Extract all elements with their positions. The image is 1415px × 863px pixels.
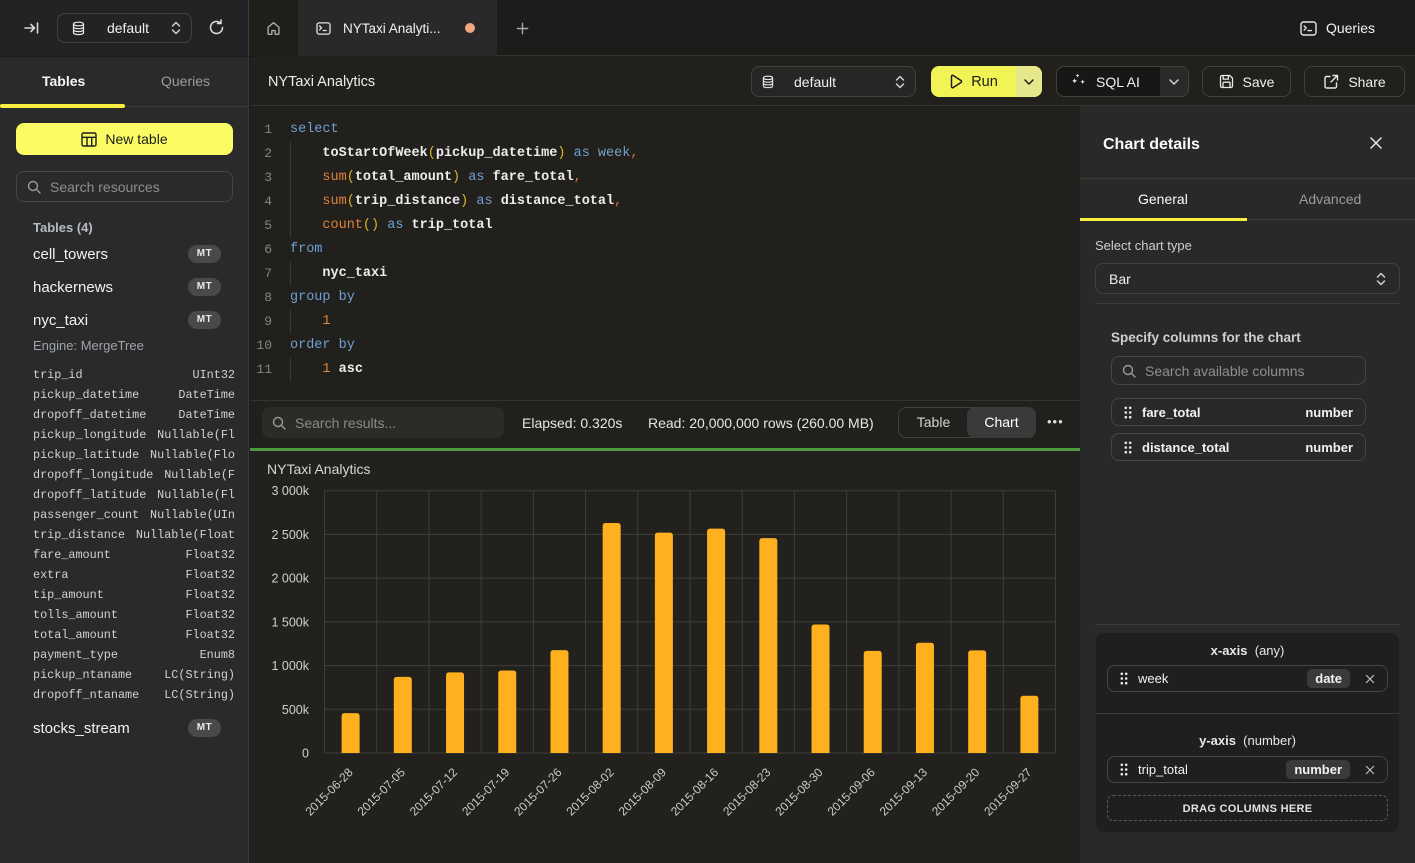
svg-text:2015-09-27: 2015-09-27	[981, 765, 1035, 819]
svg-text:2015-07-26: 2015-07-26	[511, 765, 565, 819]
svg-text:2015-08-30: 2015-08-30	[772, 765, 826, 819]
svg-text:2015-07-12: 2015-07-12	[407, 765, 461, 819]
svg-text:2015-08-09: 2015-08-09	[616, 765, 670, 819]
svg-text:2015-09-06: 2015-09-06	[825, 765, 879, 819]
svg-text:2015-07-19: 2015-07-19	[459, 765, 513, 819]
svg-text:2015-09-13: 2015-09-13	[877, 765, 931, 819]
svg-text:2 500k: 2 500k	[271, 528, 309, 542]
svg-text:2015-06-28: 2015-06-28	[302, 765, 356, 819]
svg-text:2015-07-05: 2015-07-05	[355, 765, 409, 819]
svg-text:2015-08-02: 2015-08-02	[563, 765, 617, 819]
svg-text:3 000k: 3 000k	[271, 484, 309, 498]
svg-text:1 000k: 1 000k	[271, 659, 309, 673]
svg-text:0: 0	[302, 747, 309, 761]
svg-text:2015-08-23: 2015-08-23	[720, 765, 774, 819]
svg-text:NYTaxi Analytics: NYTaxi Analytics	[267, 461, 370, 477]
svg-text:2015-09-20: 2015-09-20	[929, 765, 983, 819]
svg-text:500k: 500k	[282, 703, 310, 717]
svg-text:2 000k: 2 000k	[271, 572, 309, 586]
svg-text:1 500k: 1 500k	[271, 615, 309, 629]
svg-text:2015-08-16: 2015-08-16	[668, 765, 722, 819]
